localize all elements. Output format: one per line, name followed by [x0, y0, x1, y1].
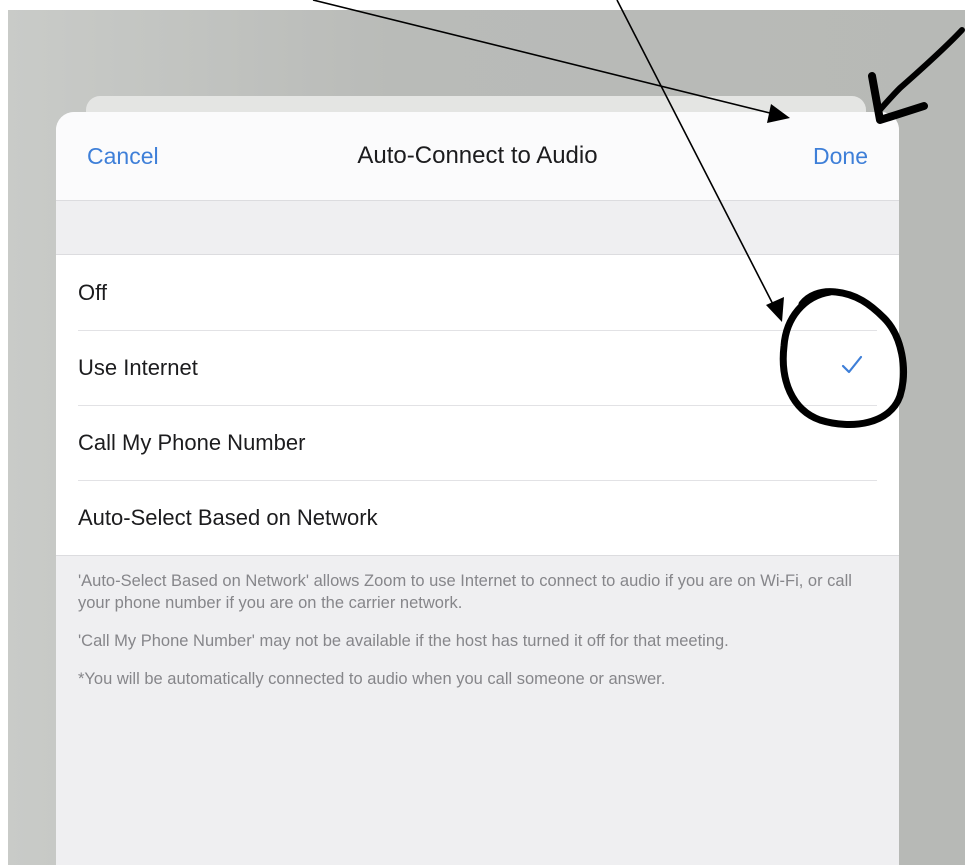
- option-label: Call My Phone Number: [78, 430, 306, 455]
- done-button[interactable]: Done: [813, 143, 868, 170]
- option-use-internet[interactable]: Use Internet: [56, 330, 899, 405]
- option-label: Use Internet: [78, 355, 198, 380]
- option-call-my-phone-number[interactable]: Call My Phone Number: [56, 405, 899, 480]
- navigation-bar: Cancel Auto-Connect to Audio Done: [56, 112, 899, 201]
- sheet-title: Auto-Connect to Audio: [357, 142, 598, 169]
- footer-note-auto-select: 'Auto-Select Based on Network' allows Zo…: [78, 572, 852, 612]
- audio-options-list: Off Use Internet Call My Phone Number Au…: [56, 254, 899, 556]
- option-auto-select-based-on-network[interactable]: Auto-Select Based on Network: [56, 480, 899, 555]
- option-label: Off: [78, 280, 107, 305]
- options-footer-notes: 'Auto-Select Based on Network' allows Zo…: [78, 570, 859, 706]
- footer-note-call-phone: 'Call My Phone Number' may not be availa…: [78, 632, 729, 650]
- option-label: Auto-Select Based on Network: [78, 505, 378, 530]
- screenshot: Cancel Auto-Connect to Audio Done Off Us…: [0, 0, 965, 865]
- auto-connect-audio-sheet: Cancel Auto-Connect to Audio Done Off Us…: [56, 112, 899, 865]
- checkmark-icon: [841, 355, 863, 374]
- footer-note-auto-connect: *You will be automatically connected to …: [78, 670, 666, 688]
- option-off[interactable]: Off: [56, 255, 899, 330]
